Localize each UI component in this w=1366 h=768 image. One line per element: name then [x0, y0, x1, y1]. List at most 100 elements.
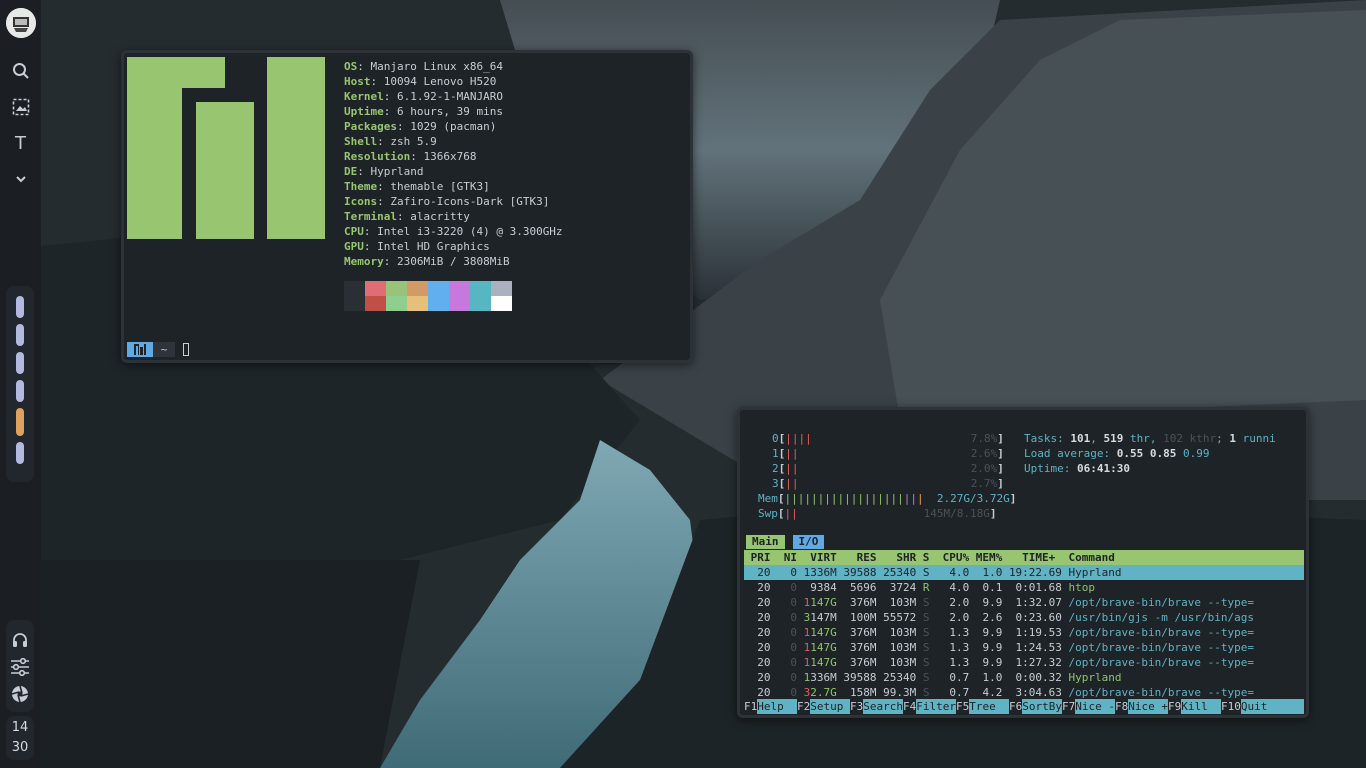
workspace-4[interactable]	[16, 380, 24, 402]
process-row[interactable]: 20 0 1147G 376M 103M S 1.3 9.9 1:27.32 /…	[744, 655, 1304, 670]
palette-swatch	[344, 296, 365, 311]
info-value: 1029 (pacman)	[410, 120, 497, 133]
process-row[interactable]: 20 0 3147M 100M 55572 S 2.0 2.6 0:23.60 …	[744, 610, 1304, 625]
process-command: /usr/bin/gjs -m /usr/bin/ags	[1068, 611, 1254, 624]
info-key: Theme	[344, 180, 378, 193]
workspace-5[interactable]	[16, 408, 24, 436]
fkey-action-f9[interactable]: Kill	[1181, 699, 1221, 714]
cpu-meter-3: 3[|| 2.7%]	[772, 477, 1004, 490]
cpu-meter-2: 2[|| 2.0%]	[772, 462, 1004, 475]
workspace-6[interactable]	[16, 442, 24, 464]
fkey-action-f6[interactable]: SortBy	[1022, 699, 1062, 714]
process-row[interactable]: 20 0 1147G 376M 103M S 1.3 9.9 1:19.53 /…	[744, 625, 1304, 640]
fkey-action-f8[interactable]: Nice +	[1128, 699, 1168, 714]
info-key: OS	[344, 60, 358, 73]
info-row-uptime: Uptime: 6 hours, 39 mins	[344, 105, 503, 118]
palette-swatch	[491, 281, 512, 296]
audio-button[interactable]	[11, 626, 29, 653]
settings-sliders-button[interactable]	[10, 653, 30, 680]
info-row-kernel: Kernel: 6.1.92-1-MANJARO	[344, 90, 503, 103]
htop-tabs: Main I/O	[746, 535, 832, 549]
palette-swatch	[386, 296, 407, 311]
info-key: Packages	[344, 120, 397, 133]
palette-swatch	[365, 296, 386, 311]
tab-main[interactable]: Main	[746, 535, 785, 549]
fkey-action-f2[interactable]: Setup	[810, 699, 850, 714]
fkey-action-f7[interactable]: Nice -	[1075, 699, 1115, 714]
launcher-logo[interactable]	[5, 8, 36, 38]
palette-swatch	[449, 296, 470, 311]
tasks-summary: Tasks: 101, 519 thr, 102 kthr; 1 runni	[1024, 432, 1276, 445]
swap-meter: Swp[|| 145M/8.18G]	[758, 507, 997, 520]
info-value: alacritty	[410, 210, 470, 223]
process-command: /opt/brave-bin/brave --type=	[1068, 686, 1254, 699]
sliders-icon	[11, 657, 29, 676]
info-value: Zafiro-Icons-Dark [GTK3]	[390, 195, 550, 208]
system-info: OS: Manjaro Linux x86_64 Host: 10094 Leno…	[344, 59, 563, 269]
capture-button[interactable]	[11, 680, 29, 707]
process-row[interactable]: 20 0 9384 5696 3724 R 4.0 0.1 0:01.68 ht…	[744, 580, 1304, 595]
screenshot-button[interactable]	[6, 92, 36, 122]
function-key-bar: F1 Help F2 Setup F3 Search F4 Filter F5 Tree F6…	[744, 699, 1304, 714]
info-key: Kernel	[344, 90, 384, 103]
text-icon: T	[15, 132, 26, 154]
search-icon	[12, 63, 29, 79]
fkey-f7: F7	[1062, 700, 1076, 713]
process-row[interactable]: 20 0 1147G 376M 103M S 1.3 9.9 1:24.53 /…	[744, 640, 1304, 655]
process-row[interactable]: 20 0 1336M 39588 25340 S 0.7 1.0 0:00.32…	[744, 670, 1304, 685]
info-row-host: Host: 10094 Lenovo H520	[344, 75, 497, 88]
palette-swatch	[407, 281, 428, 296]
info-key: Terminal	[344, 210, 397, 223]
info-key: Resolution	[344, 150, 411, 163]
terminal-cursor	[183, 343, 189, 356]
fkey-action-f5[interactable]: Tree	[969, 699, 1009, 714]
info-value: zsh 5.9	[390, 135, 437, 148]
info-key: GPU	[344, 240, 364, 253]
clock: 14 30	[6, 716, 34, 760]
htop-terminal-window[interactable]: 0[|||| 7.8%] 1[|| 2.6%] 2[|| 2.0%] 3[|| 2.7…	[737, 407, 1309, 718]
manjaro-logo-icon	[127, 57, 325, 239]
fkey-action-f4[interactable]: Filter	[916, 699, 956, 714]
fkey-action-f1[interactable]: Help	[757, 699, 797, 714]
palette-swatch	[428, 296, 449, 311]
workspace-2[interactable]	[16, 324, 24, 346]
info-row-memory: Memory: 2306MiB / 3808MiB	[344, 255, 510, 268]
palette-swatch	[365, 281, 386, 296]
tab-io[interactable]: I/O	[792, 535, 825, 549]
app-launcher-icon	[5, 8, 36, 38]
screenshot-icon	[12, 98, 29, 116]
workspace-indicator	[6, 286, 34, 482]
fkey-action-f10[interactable]: Quit	[1240, 699, 1304, 714]
process-row[interactable]: 20 0 1147G 376M 103M S 2.0 9.9 1:32.07 /…	[744, 595, 1304, 610]
info-row-os: OS: Manjaro Linux x86_64	[344, 60, 503, 73]
cpu-meter-1: 1[|| 2.6%]	[772, 447, 1004, 460]
process-row[interactable]: 20 0 1336M 39588 25340 S 4.0 1.0 19:22.6…	[744, 565, 1304, 580]
aperture-icon	[11, 685, 29, 702]
process-command: Hyprland	[1068, 566, 1122, 579]
info-row-icons: Icons: Zafiro-Icons-Dark [GTK3]	[344, 195, 550, 208]
info-value: Intel HD Graphics	[377, 240, 490, 253]
fkey-f5: F5	[956, 700, 970, 713]
palette-swatch	[491, 296, 512, 311]
workspace-3[interactable]	[16, 352, 24, 374]
process-command: Hyprland	[1068, 671, 1122, 684]
workspace-1[interactable]	[16, 296, 24, 318]
info-value: Hyprland	[370, 165, 424, 178]
fkey-action-f3[interactable]: Search	[863, 699, 903, 714]
process-command: /opt/brave-bin/brave --type=	[1068, 596, 1254, 609]
info-key: CPU	[344, 225, 364, 238]
fkey-f2: F2	[797, 700, 811, 713]
text-tool-button[interactable]: T	[6, 128, 36, 158]
clock-minute: 30	[11, 740, 29, 755]
color-palette	[344, 281, 512, 311]
neofetch-terminal-window[interactable]: OS: Manjaro Linux x86_64 Host: 10094 Leno…	[121, 50, 693, 363]
process-table-header[interactable]: PRI NI VIRT RES SHR S CPU% MEM% TIME+ Co…	[744, 550, 1304, 565]
manjaro-icon	[134, 344, 146, 355]
process-row[interactable]: 20 0 32.7G 158M 99.3M S 0.7 4.2 3:04.63 …	[744, 685, 1304, 700]
expand-button[interactable]	[6, 164, 36, 194]
info-row-shell: Shell: zsh 5.9	[344, 135, 437, 148]
system-tray	[6, 620, 34, 712]
info-value: Intel i3-3220 (4) @ 3.300GHz	[377, 225, 563, 238]
search-button[interactable]	[6, 56, 36, 86]
process-command: /opt/brave-bin/brave --type=	[1068, 641, 1254, 654]
